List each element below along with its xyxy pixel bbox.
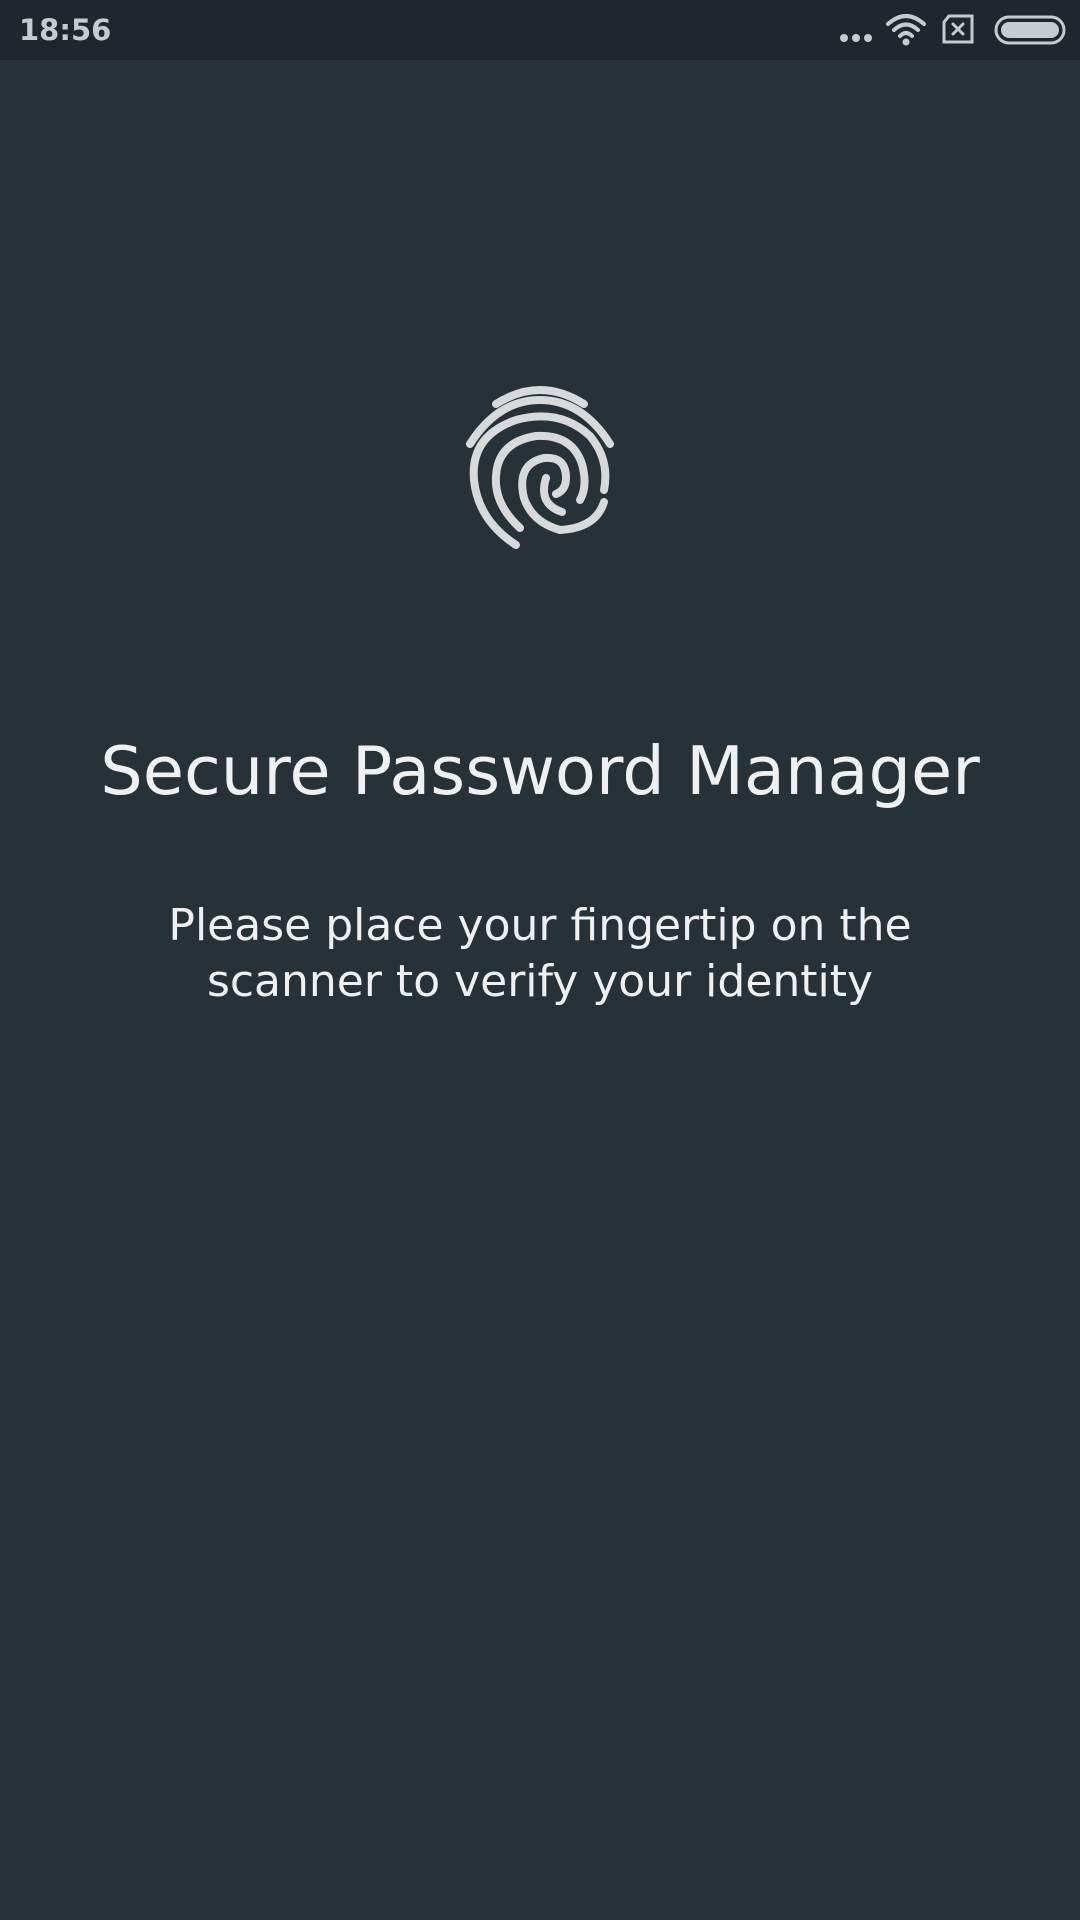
more-dots-icon xyxy=(840,34,872,42)
fingerprint-auth-screen: 18:56 Secure Password Manager Please pla… xyxy=(0,0,1080,1920)
status-bar: 18:56 xyxy=(0,0,1080,60)
battery-icon xyxy=(994,15,1066,45)
fingerprint-icon xyxy=(466,386,614,549)
fingerprint-instruction: Please place your fingertip on the scann… xyxy=(168,900,912,1007)
status-time: 18:56 xyxy=(19,13,112,47)
status-icons xyxy=(836,12,1066,48)
app-title: Secure Password Manager xyxy=(100,732,980,810)
no-sim-icon xyxy=(942,14,974,44)
wifi-icon xyxy=(886,14,926,46)
